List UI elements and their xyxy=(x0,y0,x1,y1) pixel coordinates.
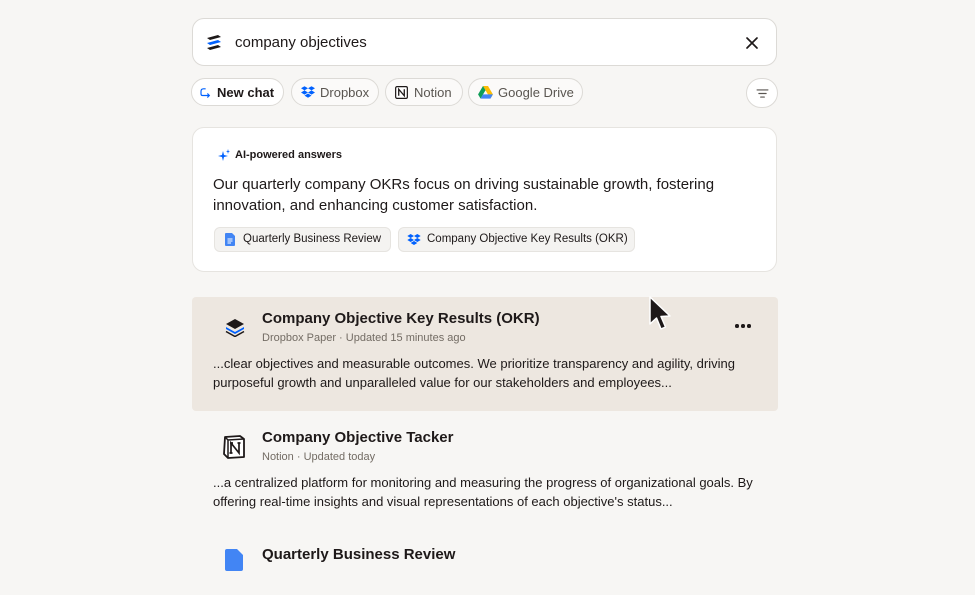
source-chip-qbr[interactable]: Quarterly Business Review xyxy=(214,227,391,252)
ai-answer-text: Our quarterly company OKRs focus on driv… xyxy=(213,176,715,214)
result-title[interactable]: Company Objective Key Results (OKR) xyxy=(262,310,540,327)
notion-icon xyxy=(223,435,245,459)
dropbox-chip[interactable]: Dropbox xyxy=(291,78,379,106)
result-title[interactable]: Quarterly Business Review xyxy=(262,546,455,563)
ai-answer-card: AI-powered answers Our quarterly company… xyxy=(192,127,777,272)
search-bar[interactable]: company objectives xyxy=(192,18,777,66)
google-docs-icon xyxy=(225,549,243,571)
dropbox-icon xyxy=(407,234,421,245)
dropbox-paper-icon xyxy=(225,319,245,337)
mouse-cursor-icon xyxy=(649,296,671,330)
notion-icon xyxy=(395,86,408,99)
source-chip-okr[interactable]: Company Objective Key Results (OKR) xyxy=(398,227,635,252)
filter-icon xyxy=(756,89,769,98)
search-result[interactable]: Company Objective Key Results (OKR) Drop… xyxy=(192,297,778,411)
result-snippet: ...a centralized platform for monitoring… xyxy=(213,475,753,509)
google-drive-icon xyxy=(478,86,493,99)
google-drive-chip[interactable]: Google Drive xyxy=(468,78,583,106)
close-icon[interactable] xyxy=(742,33,762,53)
source-label: Company Objective Key Results (OKR) xyxy=(427,233,628,245)
filter-button[interactable] xyxy=(746,78,778,108)
result-title[interactable]: Company Objective Tacker xyxy=(262,429,453,446)
new-chat-chip[interactable]: New chat xyxy=(191,78,284,106)
notion-label: Notion xyxy=(414,85,452,100)
new-chat-label: New chat xyxy=(217,85,275,100)
dropbox-icon xyxy=(301,86,315,98)
google-docs-icon xyxy=(225,233,235,246)
dash-logo-icon xyxy=(207,35,221,50)
result-meta: Dropbox Paper · Updated 15 minutes ago xyxy=(262,332,466,344)
more-options-icon[interactable] xyxy=(735,323,751,329)
search-result[interactable]: Quarterly Business Review xyxy=(192,535,778,595)
result-meta: Notion · Updated today xyxy=(262,451,376,463)
ai-answer-heading: AI-powered answers xyxy=(235,149,342,161)
new-chat-icon xyxy=(200,88,211,98)
notion-chip[interactable]: Notion xyxy=(385,78,463,106)
source-label: Quarterly Business Review xyxy=(243,233,382,245)
search-input[interactable]: company objectives xyxy=(235,34,367,51)
sparkle-icon xyxy=(218,149,230,161)
google-drive-label: Google Drive xyxy=(498,85,574,100)
search-result[interactable]: Company Objective Tacker Notion · Update… xyxy=(192,416,778,530)
result-snippet: ...clear objectives and measurable outco… xyxy=(213,356,735,390)
dropbox-label: Dropbox xyxy=(320,85,370,100)
